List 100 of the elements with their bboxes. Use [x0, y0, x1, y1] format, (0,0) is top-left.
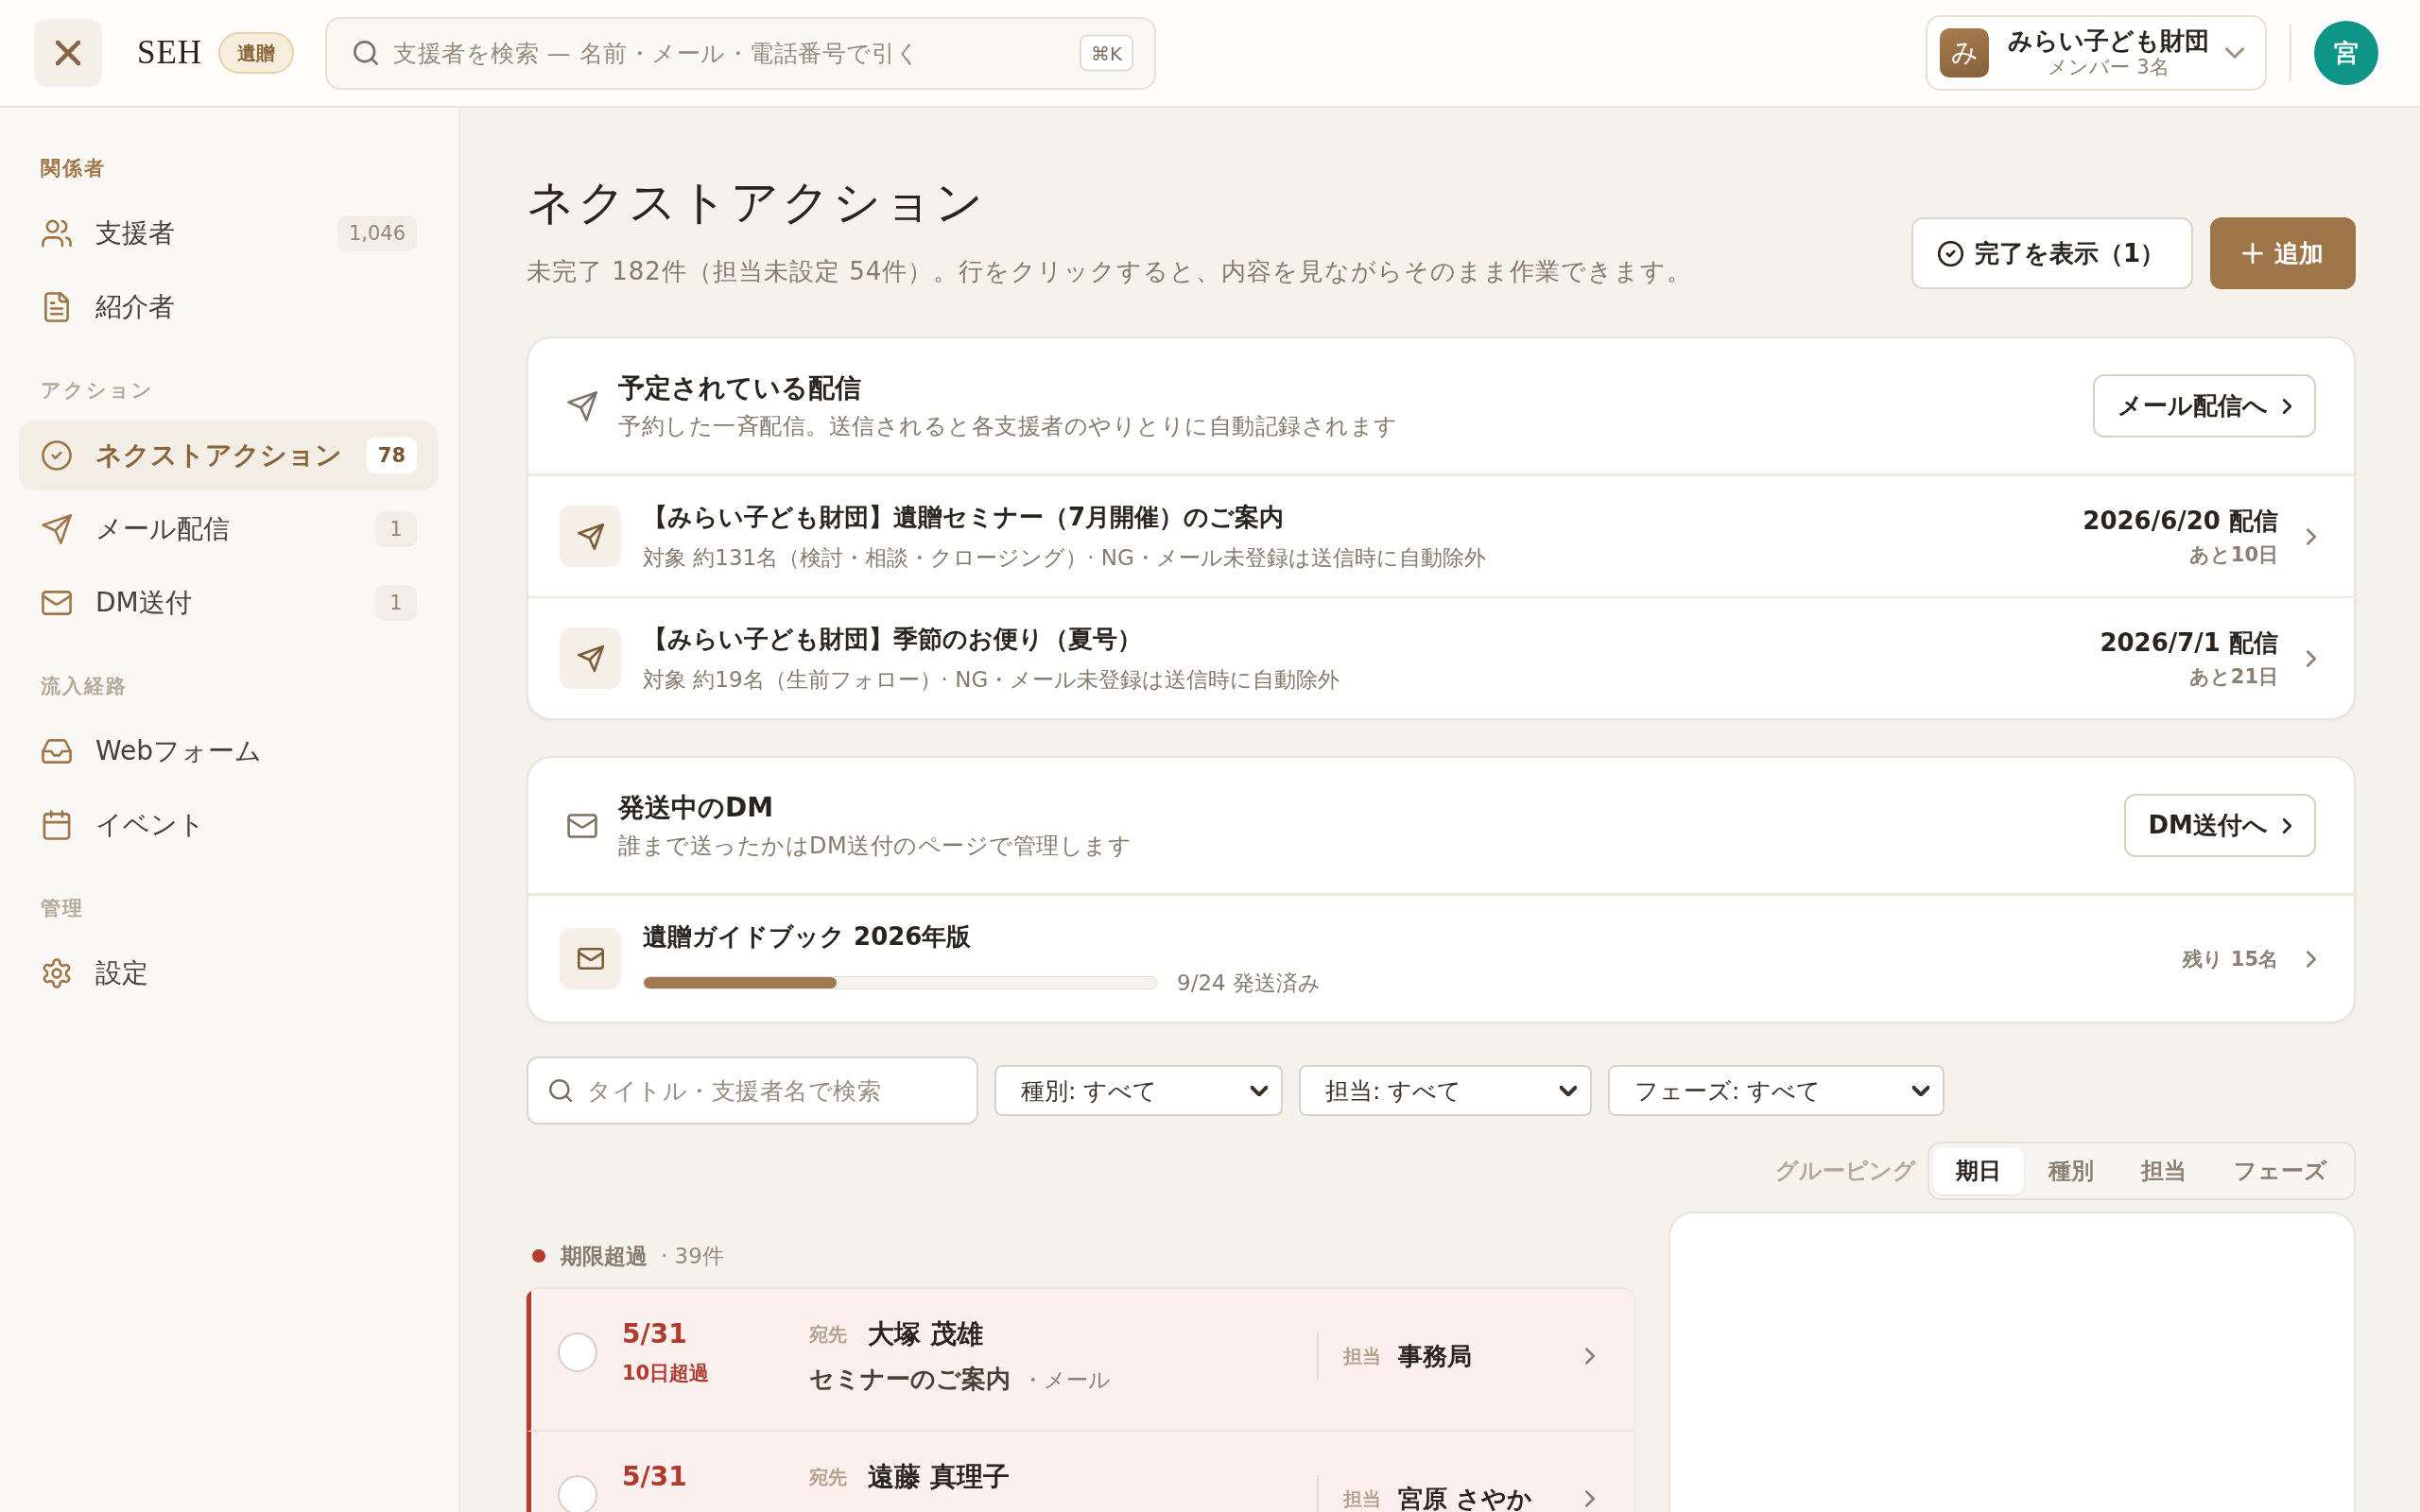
paper-plane-icon: [567, 390, 597, 421]
delivery-title[interactable]: 【みらい子ども財団】遺贈セミナー（7月開催）のご案内: [643, 500, 1285, 533]
complete-checkbox[interactable]: [558, 1475, 597, 1512]
paper-plane-icon: [560, 506, 621, 567]
grouping-tab[interactable]: フェーズ: [2211, 1147, 2350, 1194]
inbox-tray-icon: [42, 736, 72, 766]
envelope-icon: [567, 813, 597, 838]
filter-dropdown[interactable]: 担当: すべて: [1299, 1065, 1592, 1116]
settings-icon: [42, 958, 72, 988]
search-field[interactable]: タイトル・支援者名で検索: [527, 1057, 978, 1125]
section-title: 予定されている配信: [618, 370, 861, 405]
paper-plane-icon: [560, 627, 621, 689]
chevron-right-icon: [2283, 817, 2291, 833]
assignee-name: 宮原 さやか: [1398, 1483, 1533, 1512]
delivery-title[interactable]: 【みらい子ども財団】季節のお便り（夏号）: [643, 622, 1142, 655]
delivery-audience: 対象 約131名（検討・相談・クロージング）· NG・メール未登録は送信時に自動除外: [643, 543, 1486, 572]
delivery-audience: 対象 約19名（生前フォロー）· NG・メール未登録は送信時に自動除外: [643, 665, 1340, 694]
sidebar-item[interactable]: 紹介者: [19, 272, 438, 342]
page-title: ネクストアクション: [527, 175, 986, 231]
task-row[interactable]: 5/31 10日超過 宛先 大塚 茂雄 セミナーのご案内 ・メール 担当 事務局: [527, 1289, 1634, 1432]
assignee-label: 担当: [1343, 1486, 1381, 1512]
shortcut-key: ⌘K: [1080, 34, 1134, 72]
search-icon: [354, 41, 379, 65]
grouping-tab[interactable]: 期日: [1933, 1147, 2024, 1194]
section-heading: アクション: [40, 378, 155, 404]
user-avatar[interactable]: 宮: [2314, 21, 2378, 85]
sidebar-item[interactable]: DM送付 1: [19, 568, 438, 638]
shipment-progress: 9/24 発送済み: [1177, 969, 1321, 997]
count-badge: 1,046: [337, 215, 417, 251]
close-button[interactable]: [34, 19, 102, 87]
chevron-down-icon: [1251, 1085, 1268, 1096]
chevron-right-icon: [1585, 1348, 1595, 1365]
grouping-tab[interactable]: 種別: [2026, 1147, 2117, 1194]
close-icon: [56, 41, 80, 65]
recipient-name: 遠藤 真理子: [868, 1460, 1010, 1494]
recipient-label: 宛先: [809, 1464, 847, 1490]
filter-dropdown[interactable]: フェーズ: すべて: [1608, 1065, 1945, 1116]
category-badge: 遺贈: [218, 32, 295, 74]
organization-avatar: み: [1940, 28, 1989, 77]
page-description: 未完了 182件（担当未設定 54件）。行をクリックすると、内容を見ながらそのまま作業できます。: [527, 256, 1693, 287]
chevron-down-icon: [2225, 47, 2244, 59]
mail-delivery-link-button[interactable]: メール配信へ: [2093, 374, 2316, 438]
section-heading: 関係者: [40, 156, 107, 181]
grouping-tab[interactable]: 担当: [2118, 1147, 2209, 1194]
sidebar-item[interactable]: イベント: [19, 790, 438, 860]
chevron-down-icon: [1912, 1085, 1929, 1096]
sidebar-item[interactable]: 設定: [19, 938, 438, 1008]
sidebar-item[interactable]: ネクストアクション 78: [19, 421, 438, 490]
remaining-count: 残り 15名: [2183, 946, 2278, 972]
document-icon: [42, 292, 72, 322]
group-label: 期限超過: [561, 1242, 648, 1270]
sidebar-item[interactable]: 支援者 1,046: [19, 198, 438, 268]
days-remaining: あと21日: [2188, 663, 2278, 690]
section-title: 発送中のDM: [618, 790, 774, 825]
section-heading: 管理: [40, 896, 85, 921]
chevron-right-icon: [2307, 649, 2316, 667]
sidebar-item[interactable]: メール配信 1: [19, 494, 438, 564]
sidebar-item[interactable]: Webフォーム: [19, 716, 438, 786]
envelope-icon: [42, 588, 72, 618]
app-name: SEH: [137, 34, 203, 72]
assignee-label: 担当: [1343, 1343, 1381, 1369]
dm-link-button[interactable]: DM送付へ: [2123, 794, 2316, 857]
count-badge: 1: [375, 511, 417, 547]
grouping-label: グルーピング: [1775, 1157, 1916, 1186]
member-count: メンバー 3名: [2048, 56, 2169, 80]
due-date: 5/31: [622, 1317, 687, 1351]
task-title: セミナーのご案内: [809, 1364, 1011, 1395]
count-badge: 78: [366, 438, 417, 473]
paper-plane-icon: [42, 514, 72, 544]
task-channel: ・メール: [1022, 1366, 1111, 1394]
group-count: · 39件: [661, 1242, 724, 1270]
section-heading: 流入経路: [40, 674, 129, 699]
recipient-label: 宛先: [809, 1321, 847, 1348]
search-icon: [549, 1079, 572, 1102]
chevron-right-icon: [2307, 527, 2316, 545]
plus-icon: [2242, 243, 2263, 264]
chevron-right-icon: [2283, 398, 2291, 414]
days-remaining: あと10日: [2188, 541, 2278, 568]
show-completed-button[interactable]: 完了を表示（1）: [1910, 217, 2193, 289]
chevron-right-icon: [1585, 1490, 1595, 1507]
assignee-name: 事務局: [1398, 1340, 1472, 1372]
delivery-date: 2026/7/1 配信: [2100, 627, 2278, 659]
dm-title[interactable]: 遺贈ガイドブック 2026年版: [643, 919, 972, 953]
chevron-down-icon: [1560, 1085, 1577, 1096]
complete-checkbox[interactable]: [558, 1332, 597, 1372]
chevron-right-icon: [2307, 950, 2316, 968]
filter-dropdown[interactable]: 種別: すべて: [994, 1065, 1283, 1116]
delivery-date: 2026/6/20 配信: [2083, 505, 2278, 537]
section-description: 誰まで送ったかはDM送付のページで管理します: [618, 831, 1132, 861]
overdue-label: 10日超過: [622, 1361, 710, 1386]
section-description: 予約した一斉配信。送信されると各支援者のやりとりに自動記録されます: [618, 411, 1398, 441]
add-button[interactable]: 追加: [2210, 217, 2356, 289]
calendar-icon: [42, 810, 72, 840]
task-row[interactable]: 5/31 宛先 遠藤 真理子 担当 宮原 さやか: [527, 1432, 1634, 1512]
organization-switcher[interactable]: み みらい子ども財団 メンバー 3名: [1926, 15, 2267, 91]
people-icon: [42, 218, 72, 249]
count-badge: 1: [375, 585, 417, 621]
envelope-icon: [560, 928, 621, 989]
recipient-name: 大塚 茂雄: [868, 1317, 983, 1351]
due-date: 5/31: [622, 1460, 687, 1494]
